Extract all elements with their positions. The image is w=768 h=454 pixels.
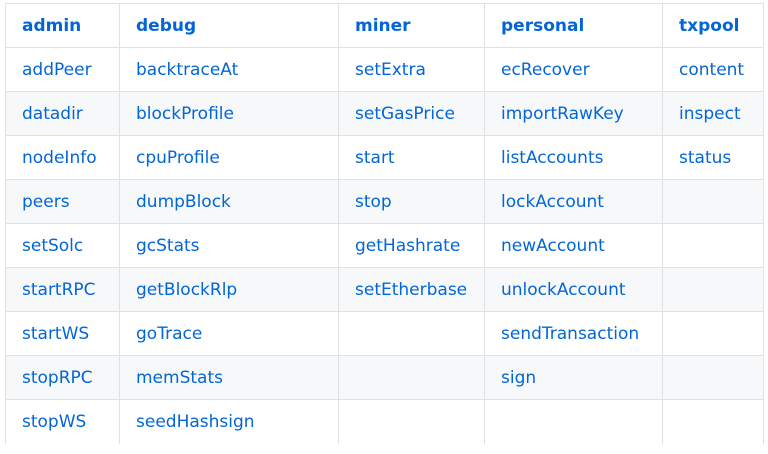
method-link[interactable]: stop bbox=[355, 192, 392, 212]
table-row: stopRPC memStats sign bbox=[5, 355, 764, 400]
table-cell-txpool bbox=[662, 179, 764, 224]
method-link[interactable]: setGasPrice bbox=[355, 104, 455, 124]
table-cell-miner: setGasPrice bbox=[338, 91, 485, 136]
table-cell-miner bbox=[338, 355, 485, 400]
table-cell-personal: sendTransaction bbox=[484, 311, 663, 356]
table-cell-debug: backtraceAt bbox=[119, 47, 339, 92]
table-cell-debug: memStats bbox=[119, 355, 339, 400]
method-link[interactable]: stopRPC bbox=[22, 368, 93, 388]
column-header-txpool: txpool bbox=[662, 3, 764, 48]
api-methods-table: admin debug miner personal txpool addPee… bbox=[5, 3, 764, 444]
table-cell-debug: dumpBlock bbox=[119, 179, 339, 224]
table-cell-admin: nodeInfo bbox=[5, 135, 120, 180]
table-cell-miner: stop bbox=[338, 179, 485, 224]
table-cell-admin: stopRPC bbox=[5, 355, 120, 400]
table-cell-admin: stopWS bbox=[5, 399, 120, 444]
table-row: setSolc gcStats getHashrate newAccount bbox=[5, 223, 764, 268]
method-link[interactable]: listAccounts bbox=[501, 148, 603, 168]
method-link[interactable]: status bbox=[679, 148, 731, 168]
table-cell-personal: sign bbox=[484, 355, 663, 400]
method-link[interactable]: blockProfile bbox=[136, 104, 234, 124]
method-link[interactable]: backtraceAt bbox=[136, 60, 238, 80]
table-cell-txpool bbox=[662, 311, 764, 356]
table-cell-admin: startRPC bbox=[5, 267, 120, 312]
table-cell-personal bbox=[484, 399, 663, 444]
method-link[interactable]: stopWS bbox=[22, 412, 86, 432]
method-link[interactable]: startRPC bbox=[22, 280, 96, 300]
table-row: peers dumpBlock stop lockAccount bbox=[5, 179, 764, 224]
table-cell-txpool bbox=[662, 355, 764, 400]
table-cell-admin: setSolc bbox=[5, 223, 120, 268]
table-cell-miner: start bbox=[338, 135, 485, 180]
method-link[interactable]: setSolc bbox=[22, 236, 83, 256]
table-cell-txpool bbox=[662, 399, 764, 444]
table-cell-debug: gcStats bbox=[119, 223, 339, 268]
method-link[interactable]: gcStats bbox=[136, 236, 200, 256]
table-cell-personal: importRawKey bbox=[484, 91, 663, 136]
table-cell-admin: addPeer bbox=[5, 47, 120, 92]
table-cell-debug: cpuProfile bbox=[119, 135, 339, 180]
method-link[interactable]: ecRecover bbox=[501, 60, 590, 80]
method-link[interactable]: peers bbox=[22, 192, 70, 212]
table-cell-txpool: content bbox=[662, 47, 764, 92]
method-link[interactable]: inspect bbox=[679, 104, 741, 124]
table-row: startWS goTrace sendTransaction bbox=[5, 311, 764, 356]
method-link[interactable]: addPeer bbox=[22, 60, 92, 80]
header-row: admin debug miner personal txpool bbox=[5, 3, 764, 48]
table-cell-debug: blockProfile bbox=[119, 91, 339, 136]
method-link[interactable]: sendTransaction bbox=[501, 324, 639, 344]
table-body: addPeer backtraceAt setExtra ecRecover conte… bbox=[5, 47, 764, 444]
table-cell-txpool bbox=[662, 223, 764, 268]
table-cell-miner: setExtra bbox=[338, 47, 485, 92]
method-link[interactable]: setExtra bbox=[355, 60, 426, 80]
table-row: startRPC getBlockRlp setEtherbase unlockAcc… bbox=[5, 267, 764, 312]
method-link[interactable]: unlockAccount bbox=[501, 280, 626, 300]
column-header-admin: admin bbox=[5, 3, 120, 48]
table-cell-miner bbox=[338, 311, 485, 356]
method-link[interactable]: lockAccount bbox=[501, 192, 604, 212]
table-row: nodeInfo cpuProfile start listAccounts statu… bbox=[5, 135, 764, 180]
method-link[interactable]: goTrace bbox=[136, 324, 202, 344]
table-header: admin debug miner personal txpool bbox=[5, 3, 764, 48]
table-cell-debug: seedHashsign bbox=[119, 399, 339, 444]
method-link[interactable]: getHashrate bbox=[355, 236, 460, 256]
method-link[interactable]: dumpBlock bbox=[136, 192, 231, 212]
table-cell-txpool bbox=[662, 267, 764, 312]
method-link[interactable]: startWS bbox=[22, 324, 89, 344]
table-cell-personal: unlockAccount bbox=[484, 267, 663, 312]
method-link[interactable]: newAccount bbox=[501, 236, 605, 256]
column-header-debug: debug bbox=[119, 3, 339, 48]
table-cell-debug: goTrace bbox=[119, 311, 339, 356]
table-cell-debug: getBlockRlp bbox=[119, 267, 339, 312]
method-link[interactable]: seedHashsign bbox=[136, 412, 255, 432]
table-cell-txpool: inspect bbox=[662, 91, 764, 136]
table-cell-personal: ecRecover bbox=[484, 47, 663, 92]
method-link[interactable]: memStats bbox=[136, 368, 223, 388]
column-header-miner: miner bbox=[338, 3, 485, 48]
table-cell-personal: newAccount bbox=[484, 223, 663, 268]
table-row: stopWS seedHashsign bbox=[5, 399, 764, 444]
table-cell-miner: getHashrate bbox=[338, 223, 485, 268]
method-link[interactable]: content bbox=[679, 60, 744, 80]
method-link[interactable]: sign bbox=[501, 368, 536, 388]
table-cell-admin: datadir bbox=[5, 91, 120, 136]
method-link[interactable]: start bbox=[355, 148, 395, 168]
table-cell-txpool: status bbox=[662, 135, 764, 180]
column-header-personal: personal bbox=[484, 3, 663, 48]
method-link[interactable]: cpuProfile bbox=[136, 148, 220, 168]
table-cell-personal: lockAccount bbox=[484, 179, 663, 224]
method-link[interactable]: datadir bbox=[22, 104, 83, 124]
table-row: addPeer backtraceAt setExtra ecRecover conte… bbox=[5, 47, 764, 92]
table-row: datadir blockProfile setGasPrice importRawK… bbox=[5, 91, 764, 136]
table-cell-miner: setEtherbase bbox=[338, 267, 485, 312]
method-link[interactable]: setEtherbase bbox=[355, 280, 467, 300]
method-link[interactable]: importRawKey bbox=[501, 104, 624, 124]
method-link[interactable]: getBlockRlp bbox=[136, 280, 237, 300]
table-cell-admin: startWS bbox=[5, 311, 120, 356]
table-cell-miner bbox=[338, 399, 485, 444]
method-link[interactable]: nodeInfo bbox=[22, 148, 97, 168]
table-cell-personal: listAccounts bbox=[484, 135, 663, 180]
table-cell-admin: peers bbox=[5, 179, 120, 224]
